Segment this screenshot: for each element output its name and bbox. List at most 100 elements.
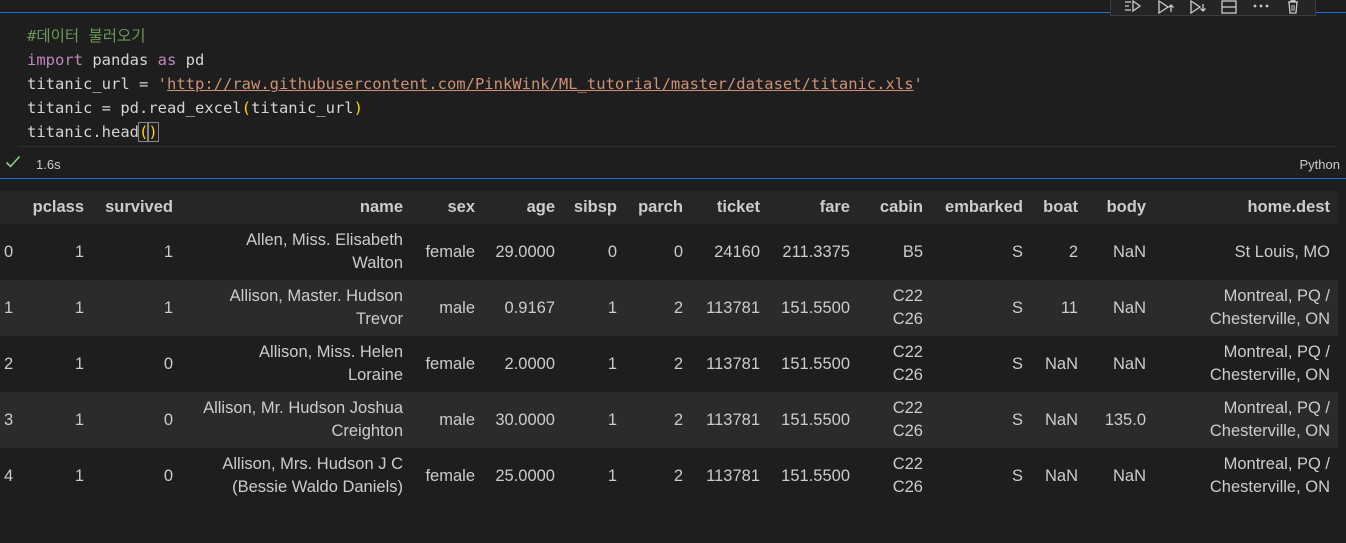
- execution-time: 1.6s: [36, 157, 61, 172]
- read-excel-arg: titanic_url: [250, 99, 354, 117]
- column-header: age: [526, 198, 555, 216]
- cell-home-dest: Montreal, PQ / Chesterville, ON: [1154, 280, 1338, 336]
- module-name: pandas: [83, 51, 158, 69]
- cell-age: 0.9167: [504, 298, 555, 317]
- table-row: 4 1 0 Allison, Mrs. Hudson J C (Bessie Waldo…: [0, 448, 1338, 504]
- cell-ticket: 113781: [706, 354, 760, 373]
- cell-boat: 11: [1060, 298, 1078, 317]
- cell-sex: female: [425, 242, 475, 261]
- cell-cabin: B5: [858, 224, 931, 280]
- cell-sibsp: 0: [607, 242, 617, 261]
- cell-home-dest-line: Chesterville, ON: [1209, 478, 1330, 496]
- output-area: pclass survived name sex age sibsp parch…: [0, 191, 1338, 504]
- cell-cabin-line: C26: [892, 478, 923, 496]
- cell-language[interactable]: Python: [1300, 157, 1340, 172]
- cell-cabin: C22 C26: [858, 392, 931, 448]
- cell-fare: 151.5500: [781, 410, 850, 429]
- cell-survived: 0: [163, 466, 173, 485]
- cell-embarked: S: [1011, 354, 1023, 373]
- column-header: cabin: [879, 198, 923, 216]
- cell-name-line: (Bessie Waldo Daniels): [232, 478, 403, 496]
- execute-above-icon[interactable]: [1154, 0, 1176, 16]
- cell-home-dest: Montreal, PQ / Chesterville, ON: [1154, 392, 1338, 448]
- cell-cabin-line: C22: [892, 455, 923, 473]
- cell-survived: 1: [163, 298, 173, 317]
- cell-parch: 2: [673, 410, 683, 429]
- cell-cabin: C22 C26: [858, 336, 931, 392]
- cell-home-dest-line: Chesterville, ON: [1209, 422, 1330, 440]
- row-index: 3: [4, 410, 14, 429]
- column-header: embarked: [945, 198, 1023, 216]
- cell-sex: female: [425, 354, 475, 373]
- row-index: 1: [4, 298, 14, 317]
- column-header: parch: [638, 198, 683, 216]
- cell-name-line: Allen, Miss. Elisabeth: [246, 231, 403, 249]
- column-header: ticket: [716, 198, 760, 216]
- row-index: 4: [4, 466, 14, 485]
- delete-icon[interactable]: [1282, 0, 1304, 16]
- cell-home-dest-line: Montreal, PQ /: [1223, 343, 1330, 361]
- cell-embarked: S: [1011, 466, 1023, 485]
- cell-parch: 0: [673, 242, 683, 261]
- cell-pclass: 1: [74, 410, 84, 429]
- cell-body: 135.0: [1104, 410, 1146, 429]
- execute-below-icon[interactable]: [1186, 0, 1208, 16]
- cell-sibsp: 1: [607, 298, 617, 317]
- row-index: 2: [4, 354, 14, 373]
- cell-parch: 2: [673, 354, 683, 373]
- cell-cabin-line: C26: [892, 422, 923, 440]
- cell-sibsp: 1: [607, 466, 617, 485]
- cell-fare: 151.5500: [781, 354, 850, 373]
- cell-pclass: 1: [74, 242, 84, 261]
- cell-name-line: Allison, Master. Hudson: [229, 287, 403, 305]
- table-row: 3 1 0 Allison, Mr. Hudson Joshua Creighton ma…: [0, 392, 1338, 448]
- cell-age: 30.0000: [495, 410, 555, 429]
- cell-pclass: 1: [74, 466, 84, 485]
- cell-name-line: Creighton: [331, 422, 403, 440]
- cell-name-line: Loraine: [347, 366, 403, 384]
- url-link[interactable]: http://raw.githubusercontent.com/PinkWin…: [167, 75, 914, 93]
- cell-parch: 2: [673, 466, 683, 485]
- column-header: name: [359, 198, 403, 216]
- cell-pclass: 1: [74, 354, 84, 373]
- split-cell-icon[interactable]: [1218, 0, 1240, 16]
- cell-boat: NaN: [1044, 466, 1078, 485]
- cell-body: NaN: [1112, 466, 1146, 485]
- code-line-4: titanic = pd.read_excel(titanic_url): [18, 96, 1336, 120]
- cell-name-line: Allison, Miss. Helen: [259, 343, 403, 361]
- cell-fare: 211.3375: [782, 242, 850, 261]
- code-editor[interactable]: #데이터 불러오기 import pandas as pd titanic_ur…: [18, 24, 1336, 147]
- cell-boat: 2: [1068, 242, 1078, 261]
- column-header: sex: [447, 198, 475, 216]
- cell-ticket: 24160: [714, 242, 760, 261]
- cell-cabin-line: B5: [902, 242, 923, 261]
- cell-sibsp: 1: [607, 354, 617, 373]
- cell-survived: 0: [163, 410, 173, 429]
- cell-home-dest-line: St Louis, MO: [1234, 242, 1330, 261]
- cell-home-dest-line: Chesterville, ON: [1209, 366, 1330, 384]
- cell-home-dest: St Louis, MO: [1154, 224, 1338, 280]
- cell-home-dest-line: Montreal, PQ /: [1223, 455, 1330, 473]
- more-icon[interactable]: [1250, 0, 1272, 16]
- code-comment: #데이터 불러오기: [27, 27, 146, 45]
- column-header: [0, 191, 18, 224]
- run-by-line-icon[interactable]: [1122, 0, 1144, 16]
- cell-home-dest: Montreal, PQ / Chesterville, ON: [1154, 336, 1338, 392]
- cell-home-dest-line: Montreal, PQ /: [1223, 287, 1330, 305]
- cell-parch: 2: [673, 298, 683, 317]
- table-row: 2 1 0 Allison, Miss. Helen Loraine female 2.00…: [0, 336, 1338, 392]
- cell-cabin: C22 C26: [858, 280, 931, 336]
- cell-toolbar: [1110, 0, 1316, 16]
- cell-ticket: 113781: [706, 466, 760, 485]
- code-line-2: import pandas as pd: [18, 48, 1336, 72]
- code-line-3: titanic_url = 'http://raw.githubusercont…: [18, 72, 1336, 96]
- dataframe-table: pclass survived name sex age sibsp parch…: [0, 191, 1338, 504]
- paren-close: ): [353, 99, 363, 117]
- column-header: boat: [1043, 198, 1078, 216]
- cell-sex: female: [425, 466, 475, 485]
- cell-pclass: 1: [74, 298, 84, 317]
- table-row: 0 1 1 Allen, Miss. Elisabeth Walton female 29.…: [0, 224, 1338, 280]
- cell-ticket: 113781: [706, 298, 760, 317]
- cell-embarked: S: [1011, 410, 1023, 429]
- table-body: 0 1 1 Allen, Miss. Elisabeth Walton female 29.…: [0, 224, 1338, 504]
